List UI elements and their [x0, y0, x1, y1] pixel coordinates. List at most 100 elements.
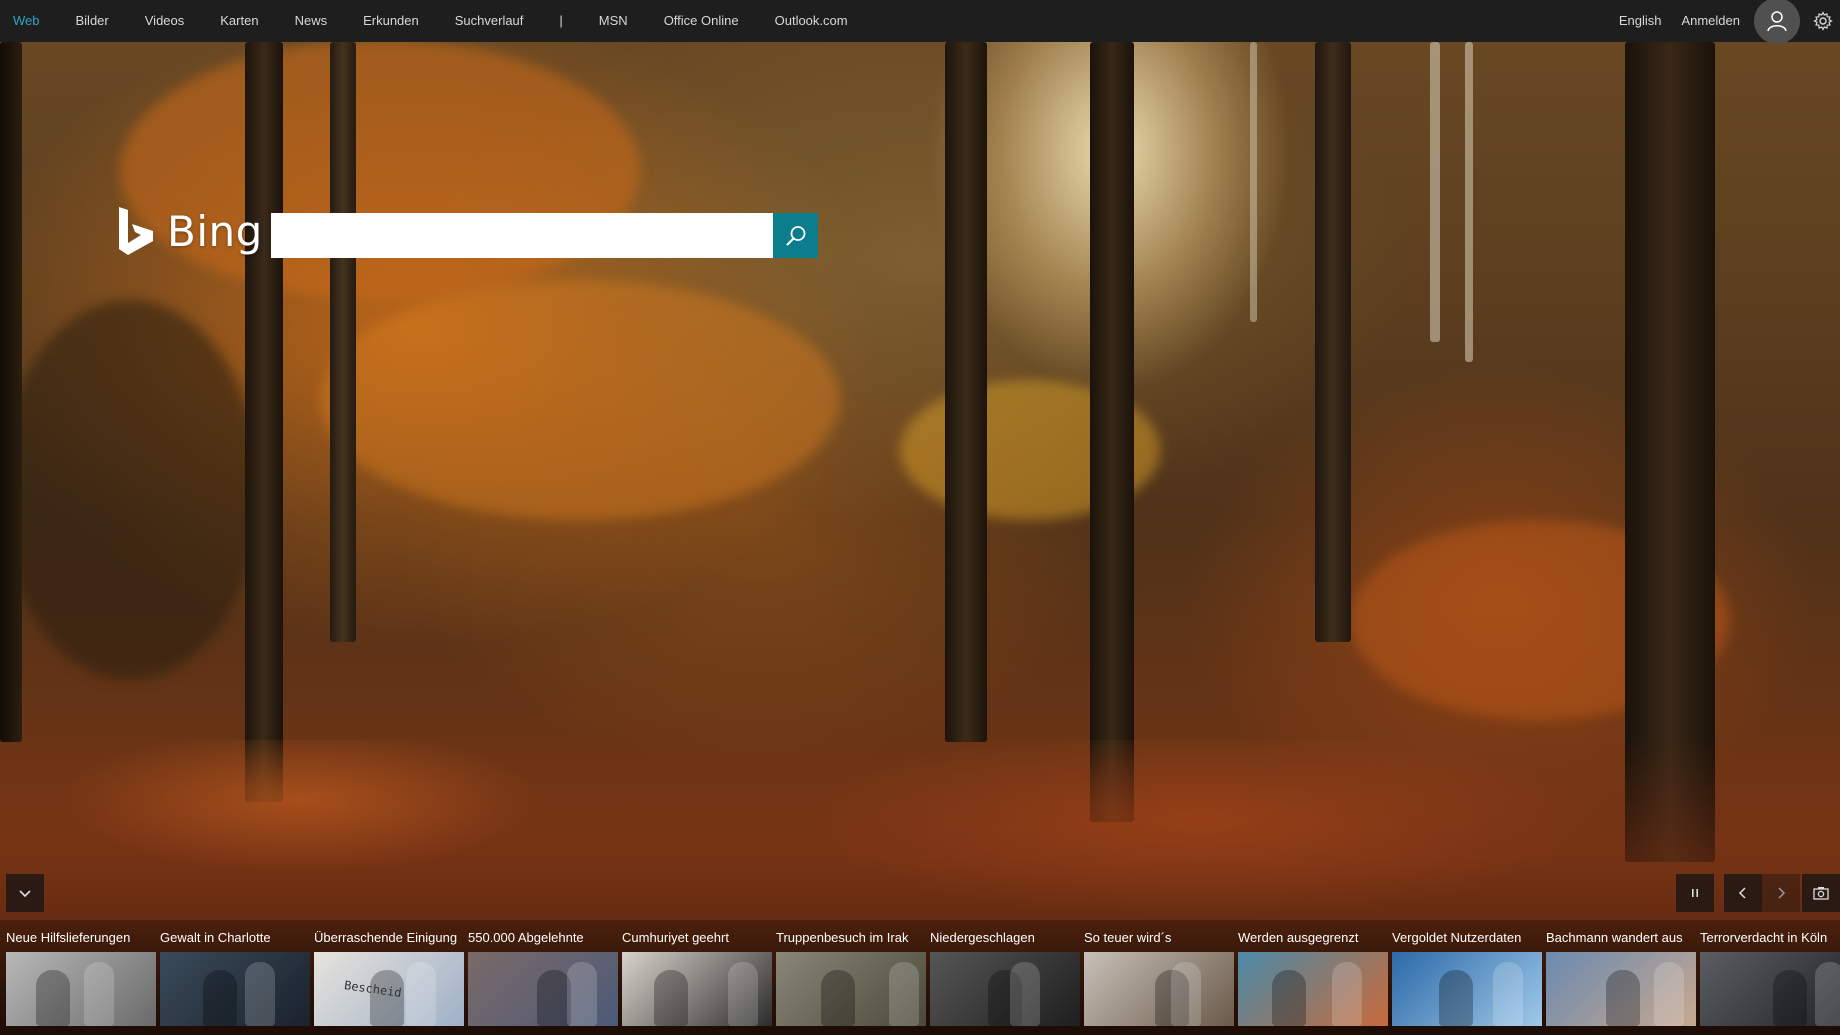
thumbnail-shape: [728, 962, 758, 1026]
header-right: English Anmelden: [1609, 0, 1840, 44]
tree-trunk: [1465, 42, 1473, 362]
search-input[interactable]: [271, 213, 773, 258]
news-item[interactable]: Überraschende Einigung Bescheid: [308, 920, 464, 1035]
foliage: [120, 40, 640, 300]
next-image-button[interactable]: [1762, 874, 1800, 912]
news-thumbnail[interactable]: [1700, 952, 1840, 1026]
news-thumbnail[interactable]: [622, 952, 772, 1026]
news-title[interactable]: Vergoldet Nutzerdaten: [1386, 920, 1540, 952]
news-title[interactable]: Cumhuriyet geehrt: [616, 920, 770, 952]
top-navigation-bar: Web Bilder Videos Karten News Erkunden S…: [0, 0, 1840, 44]
thumbnail-shape: [654, 970, 688, 1026]
news-item[interactable]: Neue Hilfslieferungen: [0, 920, 156, 1035]
thumbnail-shape: [1010, 962, 1040, 1026]
tree-trunk: [1315, 42, 1351, 642]
pause-button[interactable]: [1676, 874, 1714, 912]
main-nav: Web Bilder Videos Karten News Erkunden S…: [0, 0, 866, 42]
tree-trunk: [1430, 42, 1440, 342]
news-item[interactable]: 550.000 Abgelehnte: [462, 920, 618, 1035]
tree-trunk: [330, 42, 356, 642]
tree-trunk: [1090, 42, 1134, 822]
foliage: [0, 300, 260, 680]
news-title[interactable]: Bachmann wandert aus: [1540, 920, 1694, 952]
tree-trunk: [245, 42, 283, 802]
news-title[interactable]: So teuer wird´s: [1078, 920, 1232, 952]
chevron-left-icon: [1738, 887, 1746, 899]
news-thumbnail[interactable]: [1546, 952, 1696, 1026]
chevron-down-icon: [19, 890, 31, 898]
gear-icon-glyph: [1813, 11, 1833, 31]
news-title[interactable]: Gewalt in Charlotte: [154, 920, 308, 952]
thumbnail-shape: [1272, 970, 1306, 1026]
thumbnail-shape: [36, 970, 70, 1026]
nav-separator: |: [559, 13, 563, 28]
search-button[interactable]: [773, 213, 818, 258]
nav-web[interactable]: Web: [0, 0, 58, 42]
news-title[interactable]: Neue Hilfslieferungen: [0, 920, 154, 952]
news-item[interactable]: Niedergeschlagen: [924, 920, 1080, 1035]
news-thumbnail[interactable]: [930, 952, 1080, 1026]
pause-icon: [1692, 889, 1698, 897]
thumbnail-shape: [84, 962, 114, 1026]
thumbnail-shape: [203, 970, 237, 1026]
thumbnail-shape: [1654, 962, 1684, 1026]
news-item[interactable]: Werden ausgegrenzt: [1232, 920, 1388, 1035]
news-thumbnail[interactable]: [776, 952, 926, 1026]
news-title[interactable]: 550.000 Abgelehnte: [462, 920, 616, 952]
news-title[interactable]: Überraschende Einigung: [308, 920, 462, 952]
news-carousel: Neue Hilfslieferungen Gewalt in Charlotte…: [0, 920, 1840, 1035]
thumbnail-shape: [406, 962, 436, 1026]
news-item[interactable]: Truppenbesuch im Irak: [770, 920, 926, 1035]
user-icon-glyph: [1767, 11, 1787, 32]
news-thumbnail[interactable]: [1238, 952, 1388, 1026]
thumbnail-shape: [1332, 962, 1362, 1026]
tree-trunk: [945, 42, 987, 742]
nav-videos[interactable]: Videos: [127, 0, 203, 42]
user-icon[interactable]: [1754, 0, 1800, 44]
news-thumbnail[interactable]: [1084, 952, 1234, 1026]
camera-icon: [1813, 887, 1829, 900]
nav-msn[interactable]: MSN: [581, 0, 646, 42]
chevron-right-icon: [1778, 887, 1786, 899]
thumbnail-shape: [889, 962, 919, 1026]
thumbnail-shape: [1606, 970, 1640, 1026]
news-title[interactable]: Werden ausgegrenzt: [1232, 920, 1386, 952]
news-item[interactable]: Terrorverdacht in Köln: [1694, 920, 1840, 1035]
nav-bilder[interactable]: Bilder: [58, 0, 127, 42]
signin-link[interactable]: Anmelden: [1671, 0, 1750, 42]
nav-erkunden[interactable]: Erkunden: [345, 0, 437, 42]
news-thumbnail[interactable]: [1392, 952, 1542, 1026]
thumbnail-shape: [1493, 962, 1523, 1026]
search-icon: [785, 225, 805, 246]
nav-karten[interactable]: Karten: [202, 0, 276, 42]
bing-b-icon: [119, 207, 153, 255]
thumbnail-shape: [1773, 970, 1807, 1026]
news-title[interactable]: Truppenbesuch im Irak: [770, 920, 924, 952]
thumbnail-shape: [245, 962, 275, 1026]
thumbnail-shape: [1439, 970, 1473, 1026]
nav-suchverlauf[interactable]: Suchverlauf: [437, 0, 542, 42]
expand-button[interactable]: [6, 874, 44, 912]
nav-office-online[interactable]: Office Online: [646, 0, 757, 42]
logo-text: Bing: [167, 206, 263, 256]
tree-trunk: [1250, 42, 1257, 322]
language-link[interactable]: English: [1609, 0, 1672, 42]
news-item[interactable]: Gewalt in Charlotte: [154, 920, 310, 1035]
news-item[interactable]: Vergoldet Nutzerdaten: [1386, 920, 1542, 1035]
news-item[interactable]: Cumhuriyet geehrt: [616, 920, 772, 1035]
bing-logo[interactable]: Bing: [117, 204, 263, 258]
previous-image-button[interactable]: [1724, 874, 1762, 912]
image-info-button[interactable]: [1802, 874, 1840, 912]
news-title[interactable]: Niedergeschlagen: [924, 920, 1078, 952]
news-item[interactable]: So teuer wird´s: [1078, 920, 1234, 1035]
news-thumbnail[interactable]: [468, 952, 618, 1026]
news-item[interactable]: Bachmann wandert aus: [1540, 920, 1696, 1035]
news-thumbnail[interactable]: [6, 952, 156, 1026]
nav-outlook[interactable]: Outlook.com: [757, 0, 866, 42]
news-thumbnail[interactable]: [160, 952, 310, 1026]
nav-news[interactable]: News: [277, 0, 346, 42]
gear-icon[interactable]: [1810, 8, 1836, 34]
news-thumbnail[interactable]: Bescheid: [314, 952, 464, 1026]
news-title[interactable]: Terrorverdacht in Köln: [1694, 920, 1840, 952]
thumbnail-shape: [1171, 962, 1201, 1026]
